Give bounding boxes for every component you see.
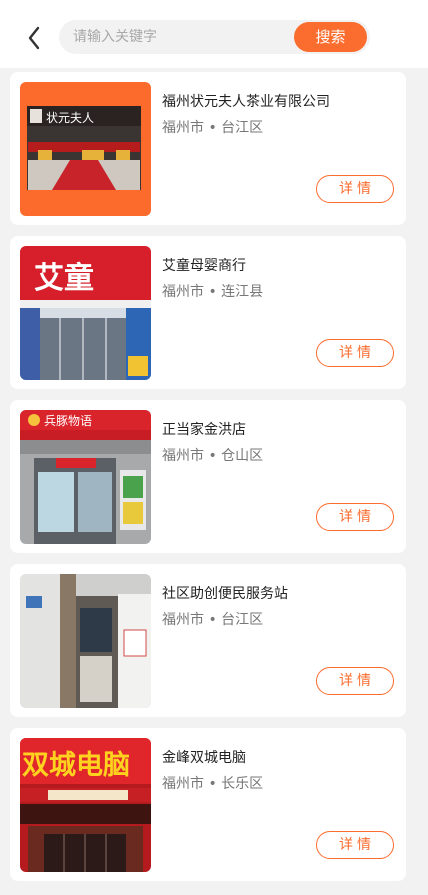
shop-card[interactable]: 社区助创便民服务站 福州市 • 台江区 详情 — [10, 564, 406, 717]
shop-image: 状元夫人 — [20, 82, 151, 216]
search-input[interactable] — [73, 20, 288, 54]
search-box: 搜索 — [59, 20, 370, 54]
shop-name: 社区助创便民服务站 — [162, 586, 288, 602]
shop-card[interactable]: 状元夫人 福州状元夫人茶业有限公司 福州市 • 台江区 详情 — [10, 72, 406, 225]
detail-button[interactable]: 详情 — [316, 175, 394, 203]
shop-card[interactable]: 艾童 艾童母婴商行 福州市 • 连江县 详情 — [10, 236, 406, 389]
shop-sign-text: 兵豚物语 — [44, 414, 92, 428]
shop-sign-text: 状元夫人 — [46, 111, 94, 125]
shop-location: 福州市 • 台江区 — [162, 120, 264, 136]
shop-sign-text: 艾童 — [34, 261, 94, 296]
detail-button[interactable]: 详情 — [316, 831, 394, 859]
shop-image: 双城电脑 — [20, 738, 151, 872]
shop-image: 兵豚物语 — [20, 410, 151, 544]
shop-location: 福州市 • 连江县 — [162, 284, 264, 300]
back-button[interactable] — [18, 22, 50, 54]
detail-button[interactable]: 详情 — [316, 503, 394, 531]
shop-name: 福州状元夫人茶业有限公司 — [162, 94, 330, 110]
shop-name: 金峰双城电脑 — [162, 750, 246, 766]
chevron-left-icon — [28, 26, 40, 50]
detail-button[interactable]: 详情 — [316, 667, 394, 695]
shop-card[interactable]: 兵豚物语 正当家金洪店 福州市 • 仓山区 详情 — [10, 400, 406, 553]
shop-image: 艾童 — [20, 246, 151, 380]
shop-location: 福州市 • 长乐区 — [162, 776, 264, 792]
search-button[interactable]: 搜索 — [294, 22, 367, 52]
shop-name: 正当家金洪店 — [162, 422, 246, 438]
shop-image — [20, 574, 151, 708]
shop-list: 状元夫人 福州状元夫人茶业有限公司 福州市 • 台江区 详情 艾童 艾童母婴商行… — [10, 72, 406, 892]
detail-button[interactable]: 详情 — [316, 339, 394, 367]
shop-location: 福州市 • 台江区 — [162, 612, 264, 628]
shop-location: 福州市 • 仓山区 — [162, 448, 264, 464]
shop-card[interactable]: 双城电脑 金峰双城电脑 福州市 • 长乐区 详情 — [10, 728, 406, 881]
top-bar: 搜索 — [0, 0, 428, 68]
shop-name: 艾童母婴商行 — [162, 258, 246, 274]
shop-sign-text: 双城电脑 — [22, 750, 130, 781]
